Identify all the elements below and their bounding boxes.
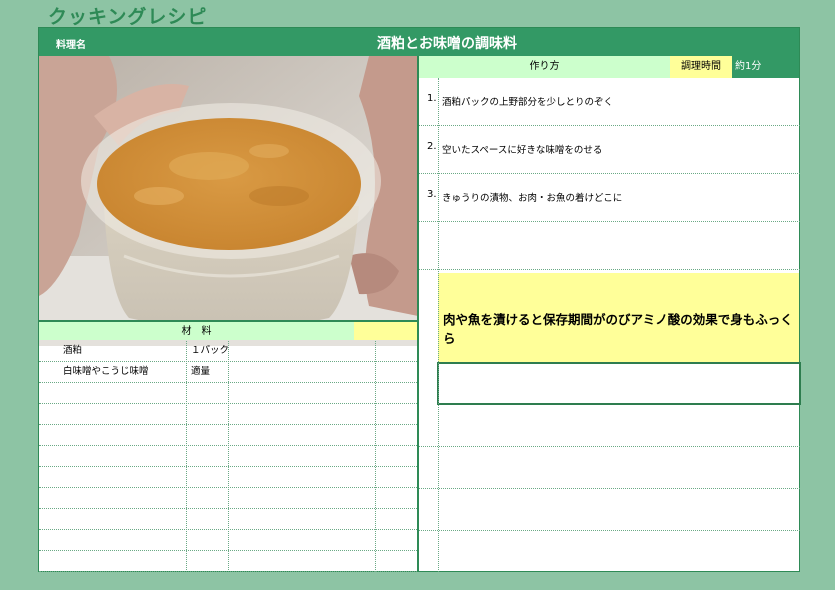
ingredients-col-divider <box>228 341 229 572</box>
ingredients-col-divider <box>186 341 187 572</box>
app-title: クッキングレシピ <box>48 6 208 28</box>
ingredients-col-divider <box>375 341 376 572</box>
tip-text[interactable]: 肉や魚を漬けると保存期間がのびアミノ酸の効果で身もふっくら <box>438 273 799 362</box>
step-text: 空いたスペースに好きな味噌をのせる <box>442 145 603 156</box>
step-row[interactable]: 3. きゅうりの漬物、お肉・お魚の着けどこに <box>419 174 800 222</box>
steps-col-divider <box>438 78 439 572</box>
cook-time-value[interactable]: 約1分 <box>732 56 775 78</box>
step-row[interactable]: 2. 空いたスペースに好きな味噌をのせる <box>419 126 800 174</box>
recipe-photo-icon <box>39 56 418 346</box>
step-number: 2. <box>427 141 437 152</box>
dish-header: 料理名 酒粕とお味噌の調味料 <box>39 28 799 56</box>
ingredients-header-extra <box>354 320 417 340</box>
dish-label: 料理名 <box>56 40 86 51</box>
steps-header: 作り方 調理時間 約1分 <box>419 56 799 78</box>
ingredient-qty: １パック <box>191 345 230 356</box>
ingredient-name: 酒粕 <box>63 345 83 356</box>
step-text: きゅうりの漬物、お肉・お魚の着けどこに <box>442 193 623 204</box>
step-row[interactable] <box>419 222 800 270</box>
ingredient-name: 白味噌やこうじ味噌 <box>63 366 149 377</box>
ingredients-header: 材 料 <box>39 320 417 340</box>
recipe-sheet: 料理名 酒粕とお味噌の調味料 材 料 酒粕 １パック 白味噌やこうじ味噌 適量 … <box>38 27 801 572</box>
step-number: 3. <box>427 189 437 200</box>
ingredients-header-label: 材 料 <box>39 320 354 340</box>
steps-header-label: 作り方 <box>419 56 670 78</box>
step-text: 酒粕パックの上野部分を少しとりのぞく <box>442 97 614 108</box>
step-row-empty[interactable] <box>419 489 800 531</box>
panel-divider <box>417 56 419 572</box>
cook-time-label: 調理時間 <box>670 56 732 78</box>
dish-name[interactable]: 酒粕とお味噌の調味料 <box>377 33 517 53</box>
ingredient-qty: 適量 <box>191 366 211 377</box>
step-row-empty[interactable] <box>419 447 800 489</box>
recipe-photo[interactable] <box>39 56 418 346</box>
step-row[interactable]: 1. 酒粕パックの上野部分を少しとりのぞく <box>419 78 800 126</box>
selected-cell[interactable] <box>437 362 801 405</box>
step-number: 1. <box>427 93 437 104</box>
step-row-empty[interactable] <box>419 405 800 447</box>
